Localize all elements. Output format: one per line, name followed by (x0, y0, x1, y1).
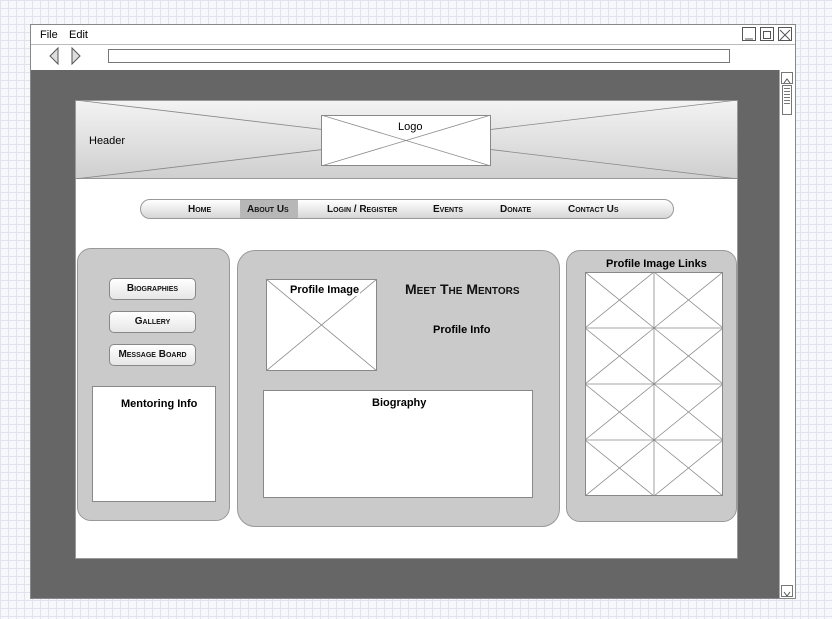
profile-image-label: Profile Image (289, 284, 361, 296)
logo-label: Logo (396, 121, 425, 133)
scroll-up-button[interactable] (781, 72, 793, 84)
biography-label: Biography (372, 397, 427, 409)
message-board-button[interactable]: Message Board (109, 344, 196, 366)
chevron-down-icon (783, 591, 791, 597)
menu-bar (31, 25, 795, 45)
minimize-icon (745, 38, 753, 40)
scroll-down-button[interactable] (781, 585, 793, 597)
back-arrow-icon[interactable] (47, 47, 61, 65)
profile-image-links-label: Profile Image Links (606, 258, 707, 270)
header-label: Header (89, 135, 126, 147)
nav-home[interactable]: Home (188, 204, 211, 215)
nav-about-us[interactable]: About Us (247, 204, 289, 215)
nav-donate[interactable]: Donate (500, 204, 531, 215)
biographies-button[interactable]: Biographies (109, 278, 196, 300)
close-icon (779, 29, 791, 41)
menu-edit[interactable]: Edit (69, 29, 88, 41)
gallery-button[interactable]: Gallery (109, 311, 196, 333)
nav-login-register[interactable]: Login / Register (327, 204, 397, 215)
menu-file[interactable]: File (40, 29, 58, 41)
address-bar[interactable] (108, 49, 730, 63)
nav-events[interactable]: Events (433, 204, 463, 215)
close-button[interactable] (778, 27, 792, 41)
maximize-icon (763, 31, 771, 39)
nav-contact-us[interactable]: Contact Us (568, 204, 619, 215)
profile-info-label: Profile Info (433, 324, 491, 336)
maximize-button[interactable] (760, 27, 774, 41)
thumbnail-grid-icons[interactable] (585, 272, 723, 496)
page-title: Meet The Mentors (405, 281, 520, 297)
minimize-button[interactable] (742, 27, 756, 41)
mentoring-info-label: Mentoring Info (121, 398, 198, 410)
forward-arrow-icon[interactable] (69, 47, 83, 65)
vertical-scrollbar[interactable] (779, 70, 795, 598)
scrollbar-thumb[interactable] (782, 85, 792, 115)
